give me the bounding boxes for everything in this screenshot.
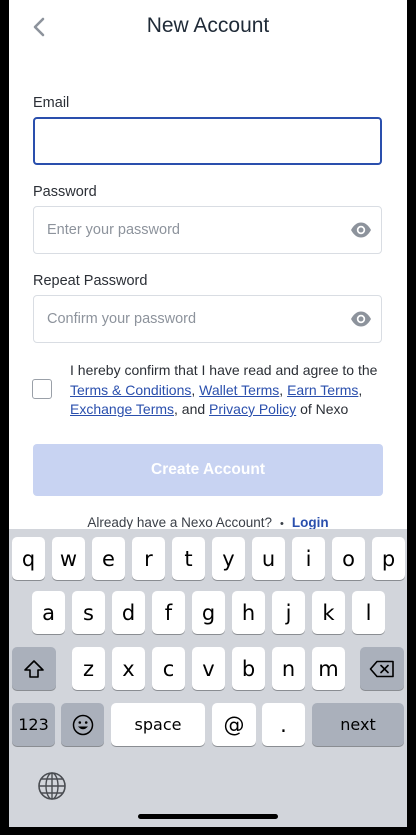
at-key[interactable]: @ bbox=[212, 703, 256, 746]
key-l[interactable]: l bbox=[352, 591, 385, 634]
repeat-password-label: Repeat Password bbox=[33, 273, 148, 289]
login-link[interactable]: Login bbox=[292, 515, 329, 530]
key-x[interactable]: x bbox=[112, 647, 145, 690]
key-r[interactable]: r bbox=[132, 537, 165, 580]
key-j[interactable]: j bbox=[272, 591, 305, 634]
consent-checkbox[interactable] bbox=[32, 379, 52, 399]
email-label: Email bbox=[33, 95, 70, 111]
space-key[interactable]: space bbox=[111, 703, 205, 746]
key-c[interactable]: c bbox=[152, 647, 185, 690]
key-t[interactable]: t bbox=[172, 537, 205, 580]
key-s[interactable]: s bbox=[72, 591, 105, 634]
home-indicator bbox=[138, 814, 278, 819]
language-switch-button[interactable] bbox=[36, 770, 68, 802]
backspace-key[interactable] bbox=[360, 647, 404, 690]
email-input[interactable] bbox=[48, 119, 328, 163]
show-repeat-password-toggle[interactable] bbox=[350, 310, 372, 328]
consent-separator: , bbox=[358, 381, 363, 398]
backspace-icon bbox=[369, 660, 394, 677]
onscreen-keyboard: q w e r t y u i o p a s d f g h j k l z … bbox=[9, 529, 407, 827]
terms-conditions-link[interactable]: Terms & Conditions bbox=[70, 382, 191, 398]
key-d[interactable]: d bbox=[112, 591, 145, 634]
key-f[interactable]: f bbox=[152, 591, 185, 634]
key-e[interactable]: e bbox=[92, 537, 125, 580]
password-input[interactable] bbox=[47, 207, 327, 253]
repeat-password-field-container[interactable] bbox=[33, 295, 382, 343]
email-field-container[interactable] bbox=[33, 117, 382, 165]
key-u[interactable]: u bbox=[252, 537, 285, 580]
key-m[interactable]: m bbox=[312, 647, 345, 690]
next-key[interactable]: next bbox=[312, 703, 404, 746]
consent-separator: , bbox=[191, 381, 200, 398]
key-g[interactable]: g bbox=[192, 591, 225, 634]
globe-icon bbox=[38, 772, 66, 800]
login-prompt-row: Already have a Nexo Account? • Login bbox=[9, 515, 407, 530]
numbers-key[interactable]: 123 bbox=[12, 703, 55, 746]
key-z[interactable]: z bbox=[72, 647, 105, 690]
consent-separator: , bbox=[279, 381, 288, 398]
consent-suffix: of Nexo bbox=[296, 401, 349, 417]
key-o[interactable]: o bbox=[332, 537, 365, 580]
repeat-password-input[interactable] bbox=[47, 296, 327, 342]
shift-key[interactable] bbox=[12, 647, 56, 690]
dot-key[interactable]: . bbox=[262, 703, 305, 746]
wallet-terms-link[interactable]: Wallet Terms bbox=[199, 382, 279, 398]
key-p[interactable]: p bbox=[372, 537, 405, 580]
page-title: New Account bbox=[146, 14, 270, 37]
key-y[interactable]: y bbox=[212, 537, 245, 580]
emoji-key[interactable] bbox=[61, 703, 104, 746]
screen: New Account Email Password Repeat Passwo… bbox=[9, 0, 407, 827]
shift-icon bbox=[24, 659, 44, 678]
privacy-policy-link[interactable]: Privacy Policy bbox=[209, 401, 296, 417]
consent-separator: , and bbox=[174, 401, 210, 417]
password-label: Password bbox=[33, 184, 97, 200]
key-a[interactable]: a bbox=[32, 591, 65, 634]
emoji-icon bbox=[72, 714, 93, 735]
header: New Account bbox=[9, 0, 407, 54]
key-k[interactable]: k bbox=[312, 591, 345, 634]
eye-icon bbox=[351, 311, 371, 327]
show-password-toggle[interactable] bbox=[350, 221, 372, 239]
earn-terms-link[interactable]: Earn Terms bbox=[287, 382, 358, 398]
eye-icon bbox=[351, 222, 371, 238]
key-n[interactable]: n bbox=[272, 647, 305, 690]
key-v[interactable]: v bbox=[192, 647, 225, 690]
login-prompt-text: Already have a Nexo Account? bbox=[87, 515, 272, 530]
create-account-button[interactable]: Create Account bbox=[33, 444, 383, 496]
key-b[interactable]: b bbox=[232, 647, 265, 690]
key-w[interactable]: w bbox=[52, 537, 85, 580]
key-i[interactable]: i bbox=[292, 537, 325, 580]
password-field-container[interactable] bbox=[33, 206, 382, 254]
exchange-terms-link[interactable]: Exchange Terms bbox=[70, 401, 174, 417]
key-q[interactable]: q bbox=[12, 537, 45, 580]
key-h[interactable]: h bbox=[232, 591, 265, 634]
consent-prefix: I hereby confirm that I have read and ag… bbox=[70, 362, 378, 378]
consent-text: I hereby confirm that I have read and ag… bbox=[70, 361, 390, 420]
